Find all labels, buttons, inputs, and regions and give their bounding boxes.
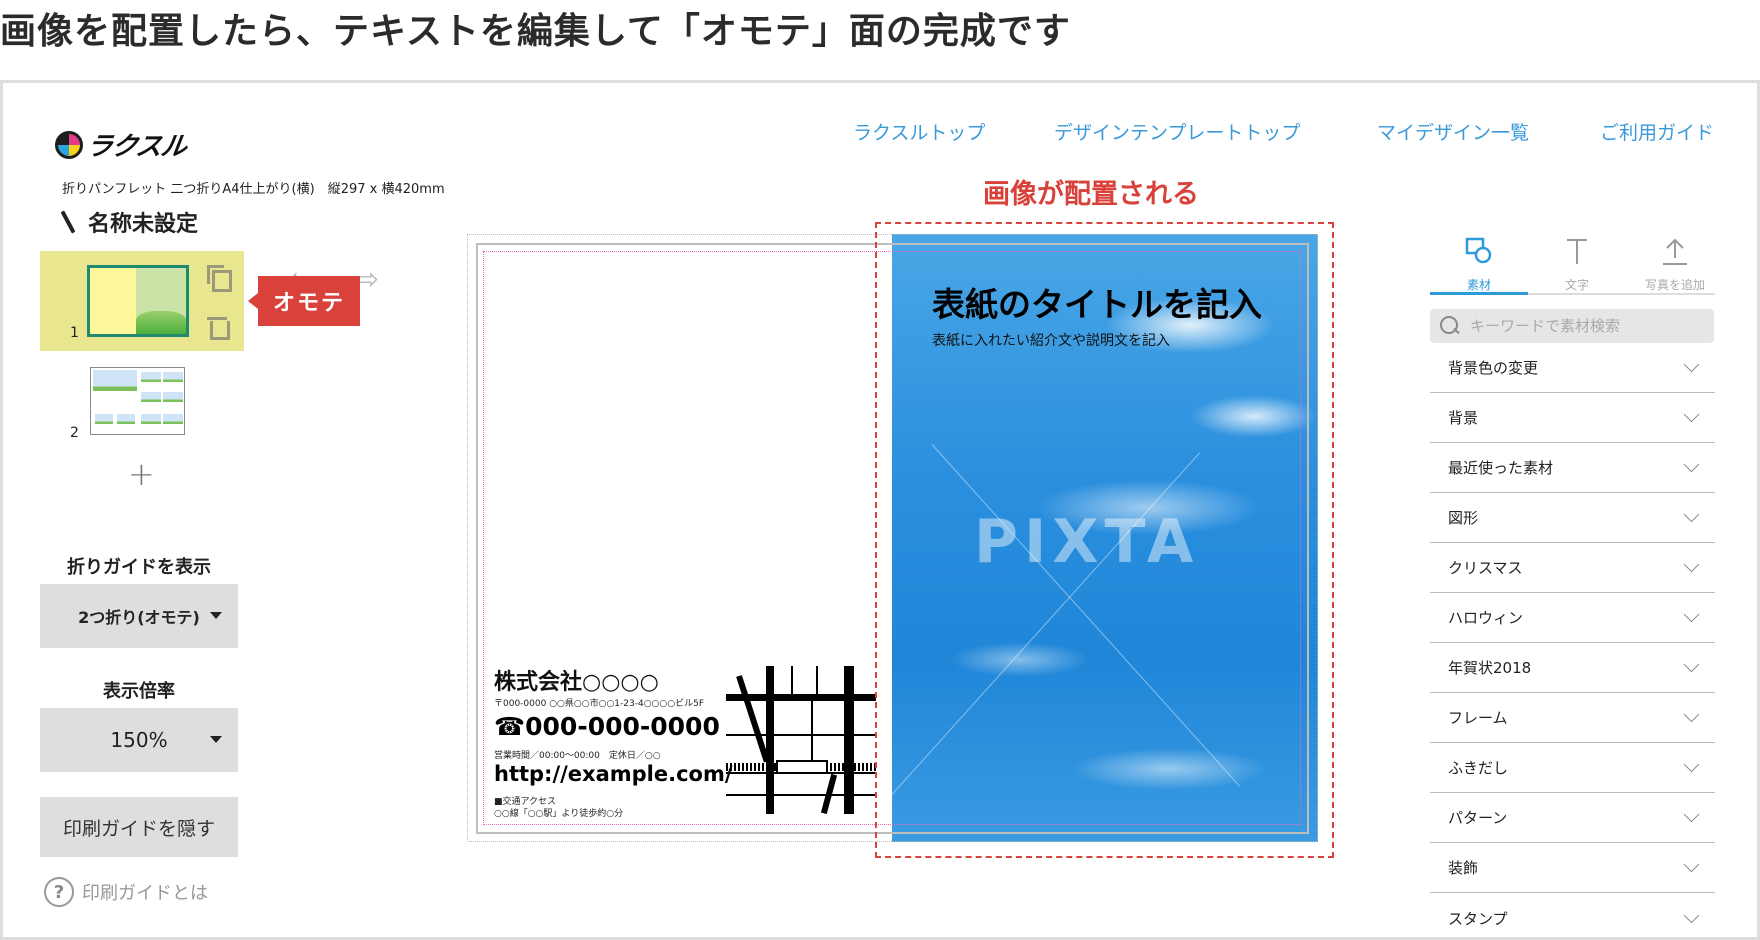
page-thumbnail-1[interactable] (87, 265, 189, 337)
phone-text[interactable]: ☎000-000-0000 (494, 712, 720, 741)
chevron-down-icon (1683, 806, 1700, 823)
chevron-down-icon (1683, 356, 1700, 373)
logo-text: ラクスル (84, 132, 188, 162)
access-detail-text[interactable]: ○○線「○○駅」より徒歩約○分 (494, 806, 623, 819)
image-placement-highlight (875, 222, 1334, 858)
chevron-down-icon (1683, 907, 1700, 923)
design-name[interactable]: 名称未設定 (58, 206, 198, 238)
category-item[interactable]: ハロウィン (1430, 593, 1715, 643)
category-item[interactable]: クリスマス (1430, 543, 1715, 593)
tab-add-photo[interactable]: 写真を追加 (1626, 236, 1724, 293)
logo[interactable]: ラクスル (55, 126, 188, 163)
zoom-label: 表示倍率 (103, 681, 175, 702)
text-icon (1567, 239, 1587, 264)
category-item[interactable]: パターン (1430, 793, 1715, 843)
search-icon (1440, 316, 1460, 336)
fold-guide-select[interactable]: 2つ折り(オモテ) (40, 584, 238, 648)
address-text[interactable]: 〒000-0000 ○○県○○市○○1-23-4○○○○ビル5F (494, 696, 704, 709)
category-item[interactable]: スタンプ (1430, 893, 1715, 940)
trash-icon[interactable] (207, 316, 230, 340)
nav-my-designs[interactable]: マイデザイン一覧 (1377, 118, 1529, 145)
annotation-image-placed: 画像が配置される (983, 179, 1199, 210)
tab-materials[interactable]: 素材 (1430, 236, 1528, 293)
url-text[interactable]: http://example.com/ (494, 762, 733, 786)
hide-print-guide-button[interactable]: 印刷ガイドを隠す (40, 797, 238, 857)
add-page-button[interactable]: + (128, 458, 155, 490)
category-label: ハロウィン (1448, 609, 1524, 627)
zoom-select[interactable]: 150% (40, 708, 238, 772)
chevron-down-icon (1683, 756, 1700, 773)
material-search-input[interactable] (1470, 317, 1690, 335)
category-label: フレーム (1448, 709, 1508, 727)
tab-label: 文字 (1564, 278, 1589, 292)
tab-label: 素材 (1466, 278, 1491, 292)
category-item[interactable]: 最近使った素材 (1430, 443, 1715, 493)
print-guide-help-link[interactable]: ? 印刷ガイドとは (44, 877, 208, 907)
chevron-down-icon (1683, 706, 1700, 723)
category-label: 年賀状2018 (1448, 659, 1532, 677)
category-label: クリスマス (1448, 559, 1523, 577)
side-label-tag: オモテ (248, 276, 360, 326)
page-number: 2 (70, 425, 79, 441)
page-thumbnail-2[interactable] (90, 367, 185, 435)
chevron-down-icon (1683, 856, 1700, 873)
caret-down-icon (210, 612, 222, 619)
zoom-value: 150% (110, 728, 168, 752)
nav-raksul-top[interactable]: ラクスルトップ (853, 118, 985, 145)
map-illustration[interactable] (726, 666, 876, 814)
chevron-down-icon (1683, 406, 1700, 423)
chevron-down-icon (1683, 506, 1700, 523)
nav-design-template-top[interactable]: デザインテンプレートトップ (1054, 118, 1300, 145)
question-icon: ? (44, 877, 74, 907)
material-search[interactable] (1430, 309, 1714, 343)
upload-icon (1663, 238, 1687, 265)
category-label: ふきだし (1448, 759, 1509, 777)
active-tab-indicator (1430, 292, 1528, 295)
caret-down-icon (210, 736, 222, 743)
category-label: 図形 (1448, 509, 1479, 527)
design-title[interactable]: 名称未設定 (88, 206, 198, 238)
nav-usage-guide[interactable]: ご利用ガイド (1600, 118, 1714, 145)
category-label: 背景 (1448, 409, 1479, 427)
category-item[interactable]: ふきだし (1430, 743, 1715, 793)
category-item[interactable]: フレーム (1430, 693, 1715, 743)
category-label: 背景色の変更 (1448, 359, 1539, 377)
category-item[interactable]: 背景色の変更 (1430, 343, 1715, 393)
company-name-text[interactable]: 株式会社○○○○ (494, 664, 659, 696)
copy-icon[interactable] (207, 265, 232, 292)
pencil-icon[interactable] (58, 210, 76, 234)
category-item[interactable]: 図形 (1430, 493, 1715, 543)
category-list: 背景色の変更 背景 最近使った素材 図形 クリスマス ハロウィン 年賀状2018… (1430, 343, 1715, 940)
page-headline: 画像を配置したら、テキストを編集して「オモテ」面の完成です (0, 11, 1071, 52)
page-number: 1 (70, 325, 79, 341)
category-label: スタンプ (1448, 909, 1508, 928)
tab-text[interactable]: 文字 (1528, 236, 1626, 293)
fold-guide-value: 2つ折り(オモテ) (78, 608, 200, 627)
category-item[interactable]: 年賀状2018 (1430, 643, 1715, 693)
chevron-down-icon (1683, 456, 1700, 473)
raksul-logo-icon (55, 130, 83, 159)
category-item[interactable]: 背景 (1430, 393, 1715, 443)
chevron-down-icon (1683, 606, 1700, 623)
fold-guide-label: 折りガイドを表示 (67, 557, 211, 578)
product-info: 折りパンフレット 二つ折りA4仕上がり(横) 縦297 x 横420mm (62, 182, 445, 197)
category-item[interactable]: 装飾 (1430, 843, 1715, 893)
category-label: 最近使った素材 (1448, 459, 1554, 477)
hours-text[interactable]: 営業時間／00:00〜00:00 定休日／○○ (494, 748, 661, 761)
shapes-icon (1465, 237, 1492, 264)
tab-label: 写真を追加 (1644, 278, 1705, 292)
chevron-down-icon (1683, 656, 1700, 673)
chevron-down-icon (1683, 556, 1700, 573)
category-label: パターン (1448, 809, 1508, 827)
help-link-text: 印刷ガイドとは (82, 883, 208, 904)
category-label: 装飾 (1448, 859, 1479, 877)
